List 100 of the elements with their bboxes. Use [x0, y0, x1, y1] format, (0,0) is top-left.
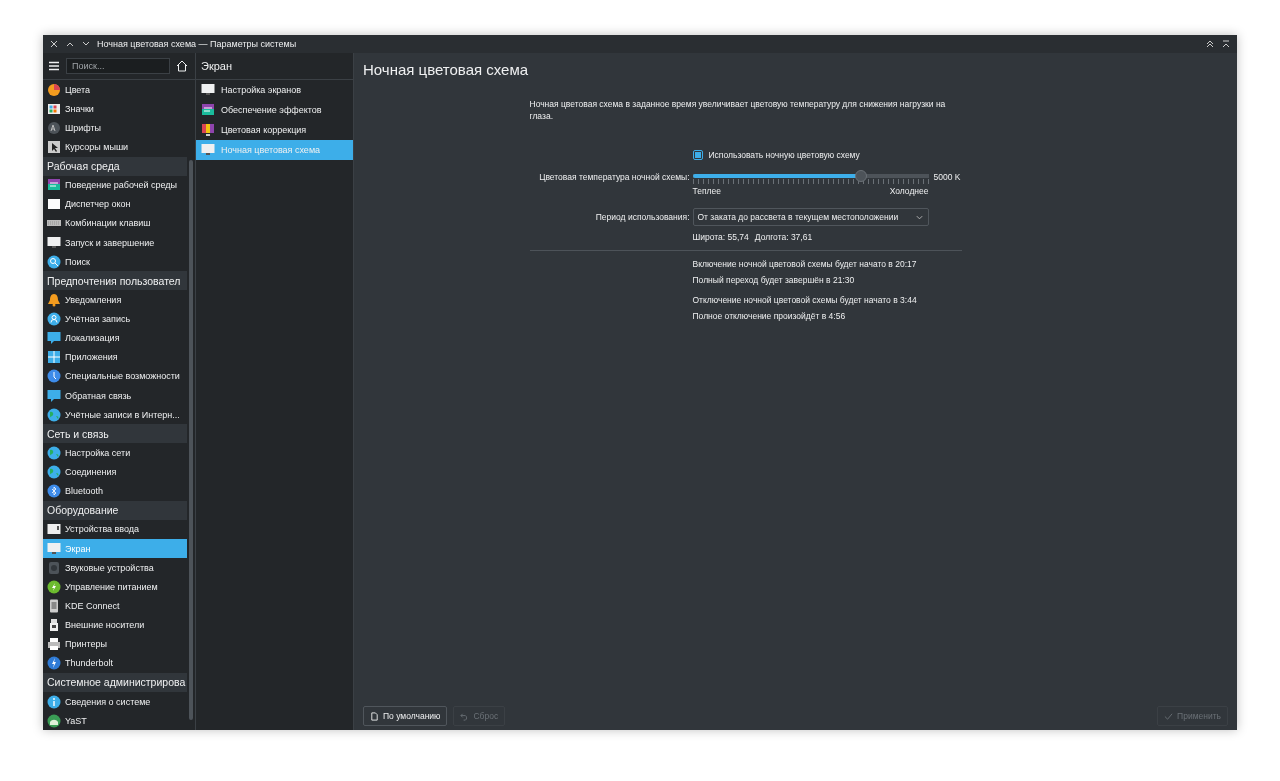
sidebar-item[interactable]: Диспетчер окон [43, 194, 187, 214]
menu-icon[interactable] [47, 59, 61, 73]
sidebar-item[interactable]: Bluetooth [43, 481, 187, 501]
sidebar-item[interactable]: Локализация [43, 328, 187, 348]
sidebar-item[interactable]: Цвета [43, 80, 187, 100]
search-field[interactable]: Поиск... [66, 58, 170, 74]
latitude-text: Широта: 55,74 [692, 232, 749, 244]
sidebar-item-label: Курсоры мыши [65, 141, 129, 152]
info-icon [47, 694, 61, 709]
usb-drive-icon [47, 618, 61, 633]
schedule-text: Отключение ночной цветовой схемы будет начато в 3:44 [692, 295, 918, 305]
sidebar-item-label: Шрифты [65, 122, 102, 133]
sidebar-item[interactable]: Запуск и завершение [43, 233, 187, 253]
power-icon [47, 579, 61, 594]
period-label: Период использования: [594, 212, 690, 222]
sidebar-item-label: Настройка сети [65, 447, 131, 458]
sidebar-item-label: Внешние носители [65, 620, 145, 631]
subpanel-item-label: Обеспечение эффектов [221, 105, 322, 115]
sidebar-item-label: Сведения о системе [65, 696, 151, 707]
app-icon [47, 713, 61, 728]
sidebar-item-label: Комбинации клавиш [65, 218, 151, 229]
subpanel-item-label: Цветовая коррекция [221, 125, 307, 135]
subpanel-item[interactable]: Обеспечение эффектов [196, 100, 353, 120]
checkbox[interactable] [692, 150, 703, 160]
subpanel-item[interactable]: Цветовая коррекция [196, 120, 353, 140]
slider-handle[interactable] [855, 170, 868, 182]
sidebar-item-label: YaST [65, 715, 87, 726]
sidebar-item-label: KDE Connect [65, 600, 120, 611]
bell-icon [47, 292, 61, 307]
effects-monitor-icon [201, 103, 215, 117]
keep-above-icon[interactable] [1205, 39, 1215, 49]
sidebar-item[interactable]: Шрифты [43, 118, 187, 138]
document-icon [370, 711, 379, 721]
section-header: Сеть и связь [43, 424, 187, 444]
sidebar-item-label: Значки [65, 103, 94, 114]
sidebar-item-label: Управление питанием [65, 581, 158, 592]
color-wheel-icon [47, 82, 61, 97]
checkmark-icon [1164, 711, 1174, 721]
sidebar-item[interactable]: Поиск [43, 252, 187, 272]
lightning-icon [47, 656, 61, 671]
sidebar-item[interactable]: Thunderbolt [43, 653, 187, 673]
temperature-value: 5000 K [933, 172, 961, 182]
monitor-icon [47, 235, 61, 250]
description: Ночная цветовая схема в заданное время увеличивает цветовую температуру для снижения нагрузки на глаза. [529, 98, 947, 122]
sidebar-item[interactable]: Комбинации клавиш [43, 213, 187, 233]
bluetooth-icon [47, 484, 61, 499]
sidebar-item[interactable]: Поведение рабочей среды [43, 175, 187, 195]
sidebar-item-label: Поиск [65, 256, 90, 267]
schedule-text: Полный переход будет завершён в 21:30 [692, 275, 856, 285]
sidebar-item[interactable]: Настройка сети [43, 443, 187, 463]
scrollbar-thumb[interactable] [189, 160, 193, 720]
sidebar-item[interactable]: Звуковые устройства [43, 558, 187, 578]
sidebar-item[interactable]: Управление питанием [43, 577, 187, 597]
search-icon [47, 254, 61, 269]
shade-icon[interactable] [1221, 39, 1231, 49]
panel-title: Экран [196, 53, 353, 80]
sidebar-item[interactable]: Специальные возможности [43, 366, 187, 386]
sidebar-item[interactable]: YaST [43, 711, 187, 730]
sidebar-item-label: Локализация [65, 333, 120, 344]
monitor-icon [201, 83, 215, 97]
schedule-text: Включение ночной цветовой схемы будет начато в 20:17 [692, 259, 918, 269]
sidebar-item[interactable]: Учётная запись [43, 309, 187, 329]
sidebar-item[interactable]: Устройства ввода [43, 519, 187, 539]
speaker-icon [47, 560, 61, 575]
sidebar-item[interactable]: Принтеры [43, 634, 187, 654]
phone-icon [47, 598, 61, 613]
chat-icon [47, 331, 61, 346]
subpanel-item-label: Ночная цветовая схема [221, 145, 321, 155]
close-icon[interactable] [49, 39, 59, 49]
sidebar-item-label: Звуковые устройства [65, 562, 154, 573]
chat-icon [47, 388, 61, 403]
cursor-icon [47, 139, 61, 154]
window-title: Ночная цветовая схема — Параметры системы [97, 39, 298, 49]
schedule-text: Полное отключение произойдёт в 4:56 [692, 311, 847, 321]
sidebar-item[interactable]: KDE Connect [43, 596, 187, 616]
user-icon [47, 312, 61, 327]
sidebar-item[interactable]: Курсоры мыши [43, 137, 187, 157]
sidebar-item[interactable]: Внешние носители [43, 615, 187, 635]
sidebar-item-label: Приложения [65, 352, 118, 363]
sidebar-item-label: Запуск и завершение [65, 237, 155, 248]
sidebar-item[interactable]: Сведения о системе [43, 692, 187, 712]
sidebar-item[interactable]: Уведомления [43, 290, 187, 310]
defaults-button[interactable]: По умолчанию [363, 706, 448, 726]
sidebar-item[interactable]: Значки [43, 99, 187, 119]
sidebar-item[interactable]: Соединения [43, 462, 187, 482]
globe-icon [47, 465, 61, 480]
sidebar-item-label: Устройства ввода [65, 524, 140, 535]
max-label: Холоднее [889, 186, 929, 196]
checkbox-label: Использовать ночную цветовую схему [708, 150, 860, 160]
sidebar-item-label: Учётные записи в Интерн... [65, 409, 180, 420]
sidebar-item[interactable]: Приложения [43, 347, 187, 367]
sidebar-item[interactable]: Обратная связь [43, 386, 187, 406]
undo-icon [460, 711, 470, 721]
min-label: Теплее [692, 186, 721, 196]
home-icon[interactable] [175, 59, 189, 73]
sidebar-item-label: Bluetooth [65, 486, 104, 497]
subpanel-item[interactable]: Настройка экранов [196, 80, 353, 100]
period-dropdown[interactable]: От заката до рассвета в текущем местоположении [692, 208, 929, 226]
monitor-icon [201, 143, 215, 157]
sidebar-item[interactable]: Учётные записи в Интерн... [43, 405, 187, 425]
